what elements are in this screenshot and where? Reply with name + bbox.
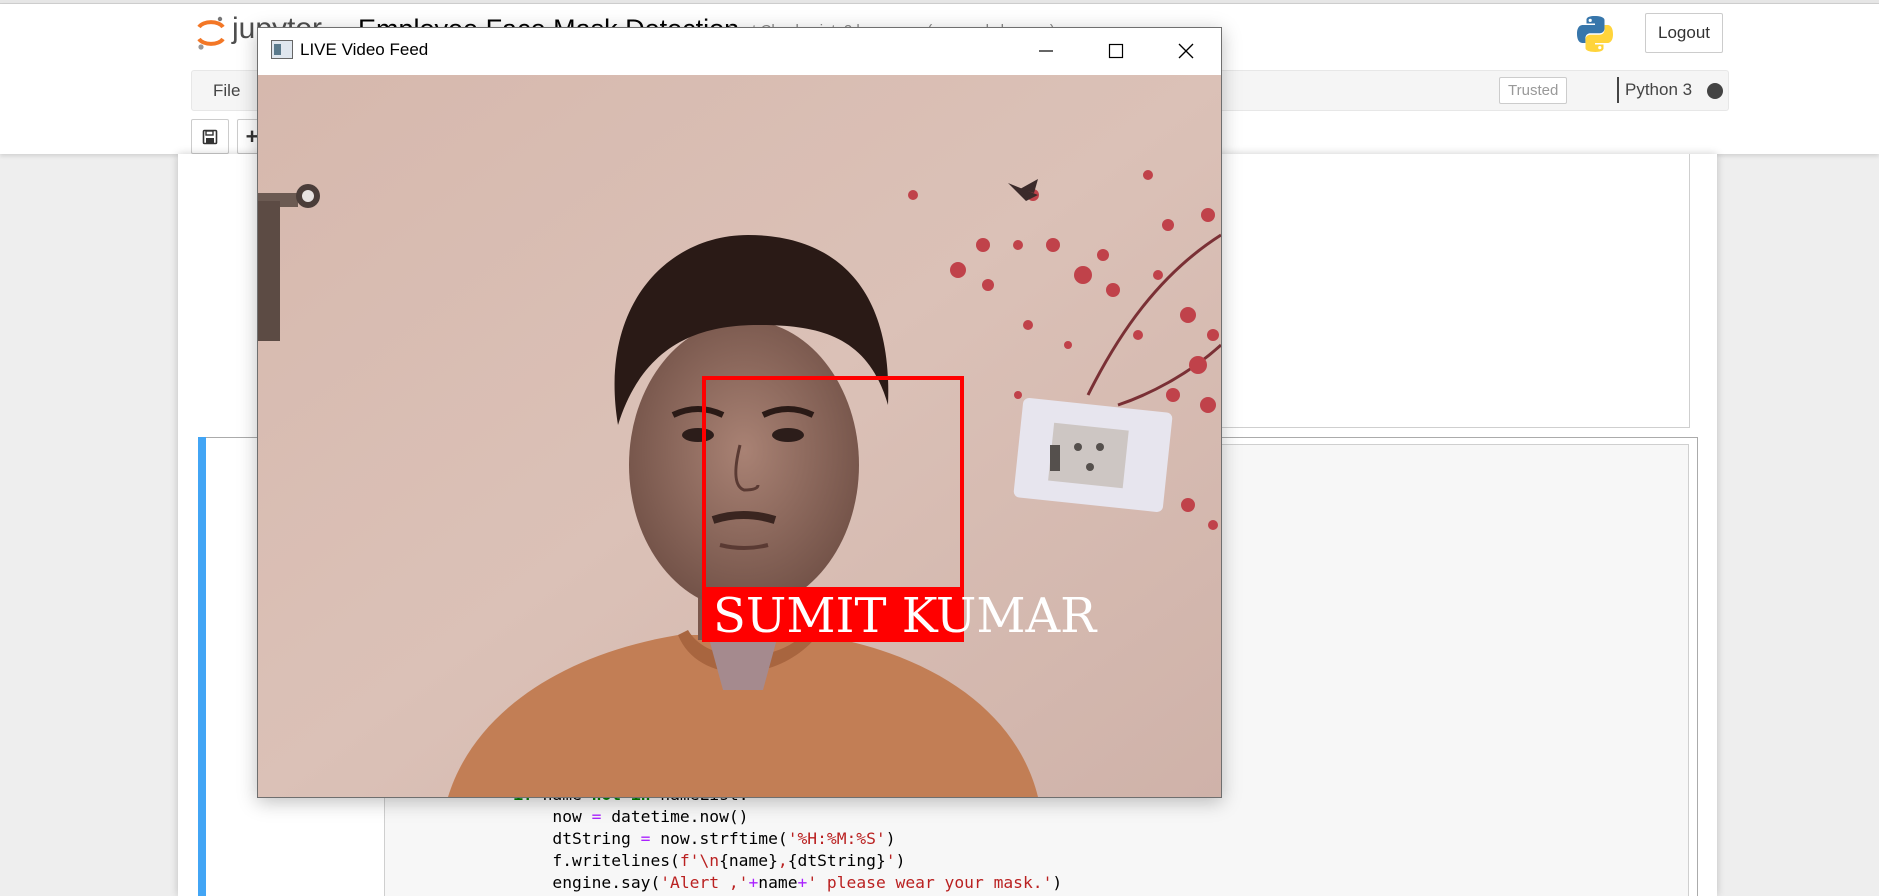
kernel-name[interactable]: Python 3: [1625, 80, 1692, 100]
selected-cell-indicator: [198, 437, 206, 896]
jupyter-logo-icon[interactable]: [196, 14, 226, 52]
detected-name-label: SUMIT KUMAR: [713, 588, 1098, 644]
save-icon: [202, 129, 218, 144]
wall-socket: [1013, 398, 1173, 512]
close-icon: [1178, 43, 1194, 59]
code-block[interactable]: if name not in nameList: now = datetime.…: [474, 784, 1062, 894]
code-line: dtString = now.strftime('%H:%M:%S'): [474, 829, 896, 848]
video-feed-frame: SUMIT KUMAR: [258, 75, 1221, 797]
app-window-icon: [271, 40, 293, 59]
camera-image: SUMIT KUMAR: [258, 75, 1221, 797]
save-button[interactable]: [191, 119, 229, 154]
code-line: engine.say('Alert ,'+name+' please wear …: [474, 873, 1063, 892]
kernel-status-icon: [1707, 83, 1723, 99]
logout-button[interactable]: Logout: [1645, 13, 1723, 53]
output-cell: [1210, 154, 1690, 428]
menu-file[interactable]: File: [213, 81, 240, 101]
minimize-button[interactable]: [1011, 28, 1081, 74]
video-window-titlebar[interactable]: LIVE Video Feed: [258, 28, 1221, 74]
maximize-button[interactable]: [1081, 28, 1151, 74]
close-button[interactable]: [1151, 28, 1221, 74]
maximize-icon: [1108, 43, 1124, 59]
video-window[interactable]: LIVE Video Feed SUMIT KUMAR: [257, 27, 1222, 798]
minimize-icon: [1039, 50, 1053, 52]
trusted-badge[interactable]: Trusted: [1499, 77, 1568, 104]
code-line: f.writelines(f'\n{name},{dtString}'): [474, 851, 906, 870]
video-window-title: LIVE Video Feed: [300, 40, 429, 59]
kernel-separator: [1617, 77, 1619, 103]
code-line: now = datetime.now(): [474, 807, 749, 826]
python-logo-icon: [1577, 16, 1613, 52]
